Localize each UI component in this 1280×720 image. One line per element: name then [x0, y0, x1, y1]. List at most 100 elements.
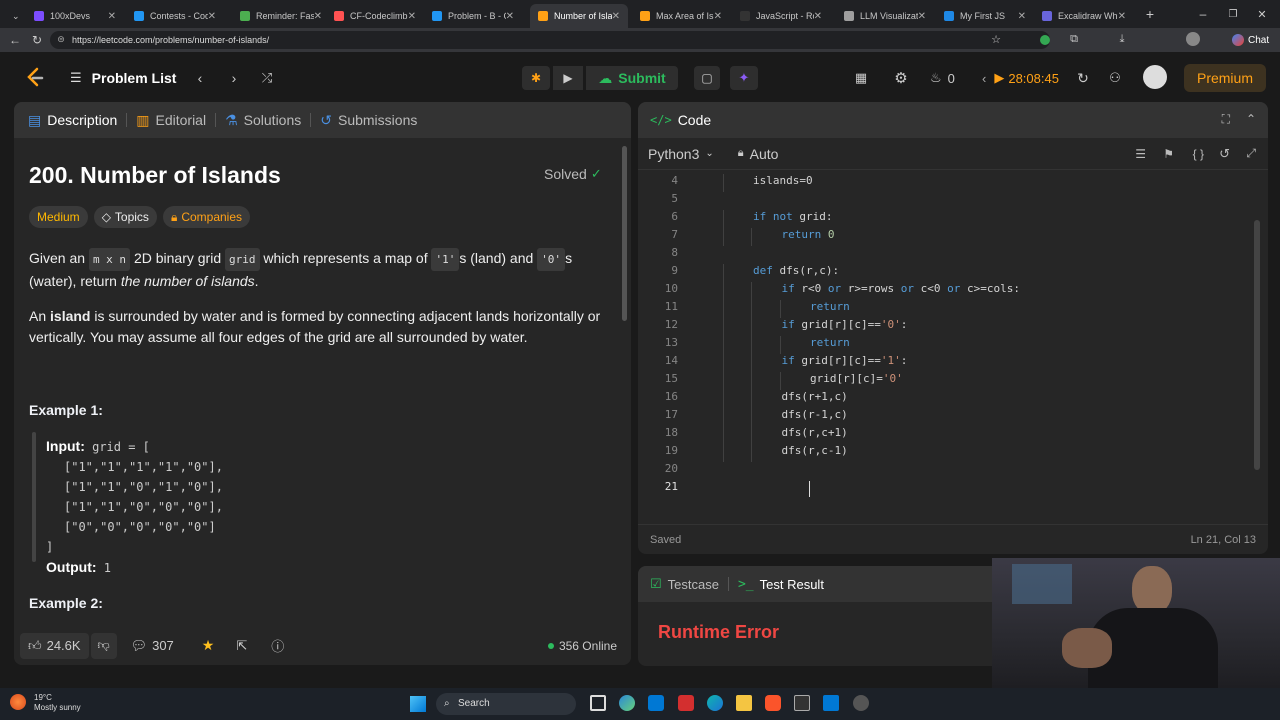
site-info-icon[interactable]: ⊜ [56, 34, 66, 45]
comments-button[interactable]: 💬︎ 307 [131, 638, 174, 654]
dislike-button[interactable]: 👎︎ [90, 632, 117, 659]
extension-icon[interactable] [1040, 35, 1050, 45]
thumbs-down-icon: 👎︎ [97, 638, 110, 652]
help-icon[interactable]: ⓘ [271, 636, 284, 655]
streak-counter[interactable]: ♨ 0 [930, 68, 955, 88]
maximize-button[interactable]: ❐ [1226, 6, 1240, 22]
shuffle-icon[interactable]: ⤮ [258, 68, 276, 88]
topics-badge[interactable]: ◇ Topics [93, 206, 157, 228]
close-tab-icon[interactable]: ✕ [108, 11, 116, 22]
fullscreen-icon[interactable]: ⛶ [1222, 112, 1230, 127]
store-icon[interactable] [648, 695, 664, 711]
browser-tab[interactable]: Max Area of Islan✕ [632, 4, 730, 28]
browser-tab[interactable]: Problem - B - Co✕ [424, 4, 522, 28]
tab-code[interactable]: </> Code [638, 102, 720, 138]
expand-icon[interactable]: ⤢ [1246, 146, 1256, 161]
ai-sparkle-icon[interactable]: ✦ [730, 66, 758, 90]
favorite-star-icon[interactable]: ★ [202, 637, 215, 654]
taskbar-search[interactable]: ⌕ Search [436, 693, 576, 715]
avatar[interactable] [1143, 65, 1167, 89]
layout-icon[interactable]: ▦ [852, 68, 870, 88]
close-tab-icon[interactable]: ✕ [612, 11, 620, 22]
language-select[interactable]: Python3 ⌄ [648, 146, 714, 162]
profile-avatar[interactable] [1186, 32, 1200, 46]
download-icon[interactable]: ⤓ [1116, 33, 1128, 46]
chat-button[interactable]: Chat [1232, 32, 1269, 48]
next-problem-icon[interactable]: › [226, 68, 242, 88]
browser-tab[interactable]: Contests - Codefo✕ [126, 4, 224, 28]
leetcode-logo[interactable] [24, 66, 46, 90]
browser-tab[interactable]: Number of Islands✕ [530, 4, 628, 28]
problem-list-button[interactable]: ☰ Problem List [70, 68, 176, 88]
tab-solutions[interactable]: ⚗ Solutions [216, 102, 310, 138]
code-editor[interactable]: 4 islands=0 5 6 if not grid: 7 return 0 8 9 def d… [638, 172, 1248, 502]
vscode-icon[interactable] [823, 695, 839, 711]
windows-start-icon[interactable] [410, 696, 426, 712]
close-tab-icon[interactable]: ✕ [506, 11, 514, 22]
timer[interactable]: ‹ ▶ 28:08:45 [982, 68, 1059, 88]
brave-icon[interactable] [765, 695, 781, 711]
reset-timer-icon[interactable]: ↻ [1074, 68, 1092, 88]
close-tab-icon[interactable]: ✕ [208, 11, 216, 22]
close-tab-icon[interactable]: ✕ [918, 11, 926, 22]
bookmark-star-icon[interactable]: ☆ [990, 33, 1002, 46]
weather-icon[interactable] [10, 694, 26, 710]
tab-label: Description [47, 112, 118, 128]
reload-icon[interactable]: ↻ [30, 33, 44, 47]
tab-list-button[interactable]: ⌄ [4, 4, 24, 28]
task-view-icon[interactable] [590, 695, 606, 711]
browser-tab[interactable]: Reminder: Fast-tr✕ [232, 4, 330, 28]
code-token: dfs(r,c): [779, 264, 840, 277]
scrollbar[interactable] [622, 146, 627, 321]
debug-icon[interactable]: ✱ [522, 66, 550, 90]
reset-code-icon[interactable]: ↺ [1219, 146, 1230, 162]
run-button[interactable]: ▶ [553, 66, 583, 90]
format-icon[interactable]: ☰ [1135, 147, 1146, 161]
add-user-icon[interactable]: ⚇ [1106, 68, 1124, 88]
close-tab-icon[interactable]: ✕ [408, 11, 416, 22]
collapse-icon[interactable]: ⌃ [1246, 112, 1256, 126]
close-tab-icon[interactable]: ✕ [1018, 11, 1026, 22]
copilot-icon[interactable] [619, 695, 635, 711]
browser-tab[interactable]: 100xDevs ✕ [26, 4, 124, 28]
browser-tab[interactable]: Excalidraw White✕ [1034, 4, 1134, 28]
edge-icon[interactable] [707, 695, 723, 711]
editor-scrollbar[interactable] [1254, 220, 1260, 470]
close-window-button[interactable]: ✕ [1255, 6, 1269, 22]
share-icon[interactable]: ⇱ [236, 638, 247, 654]
like-button[interactable]: 👍︎ 24.6K [20, 632, 89, 659]
url-input[interactable]: https://leetcode.com/problems/number-of-… [50, 31, 1050, 49]
close-tab-icon[interactable]: ✕ [1118, 11, 1126, 22]
submit-button[interactable]: ☁ Submit [586, 66, 678, 90]
back-icon[interactable]: ← [8, 33, 22, 47]
premium-button[interactable]: Premium [1184, 64, 1266, 92]
tab-description[interactable]: ▤ Description [14, 102, 126, 138]
companies-badge[interactable]: 🔒︎ Companies [162, 206, 251, 228]
close-tab-icon[interactable]: ✕ [814, 11, 822, 22]
tab-editorial[interactable]: ▥ Editorial [127, 102, 215, 138]
bookmark-icon[interactable]: ⚑ [1163, 147, 1174, 161]
new-tab-button[interactable]: + [1142, 6, 1158, 22]
browser-tab[interactable]: JavaScript - Road✕ [732, 4, 830, 28]
close-tab-icon[interactable]: ✕ [714, 11, 722, 22]
close-tab-icon[interactable]: ✕ [314, 11, 322, 22]
file-explorer-icon[interactable] [736, 695, 752, 711]
browser-tab[interactable]: My First JS ✕ [936, 4, 1034, 28]
tab-test-result[interactable]: >_ Test Result [729, 566, 833, 602]
difficulty-badge[interactable]: Medium [29, 206, 88, 228]
browser-tab[interactable]: CF-Codeclimb ✕ [326, 4, 424, 28]
weather-widget[interactable]: 19°C Mostly sunny [34, 693, 81, 713]
minimize-button[interactable]: – [1196, 6, 1210, 22]
tab-testcase[interactable]: ☑ Testcase [638, 566, 728, 602]
braces-icon[interactable]: { } [1193, 147, 1204, 161]
gear-icon[interactable]: ⚙ [892, 68, 910, 88]
pdf-app-icon[interactable] [678, 695, 694, 711]
auto-mode[interactable]: 🔒︎ Auto [738, 146, 779, 162]
browser-tab[interactable]: LLM Visualization✕ [836, 4, 934, 28]
terminal-app-icon[interactable] [794, 695, 810, 711]
tab-submissions[interactable]: ↺ Submissions [311, 102, 426, 138]
github-icon[interactable] [853, 695, 869, 711]
notes-icon[interactable]: ▢ [694, 66, 720, 90]
prev-problem-icon[interactable]: ‹ [192, 68, 208, 88]
extensions-puzzle-icon[interactable]: ⧉ [1068, 33, 1080, 46]
